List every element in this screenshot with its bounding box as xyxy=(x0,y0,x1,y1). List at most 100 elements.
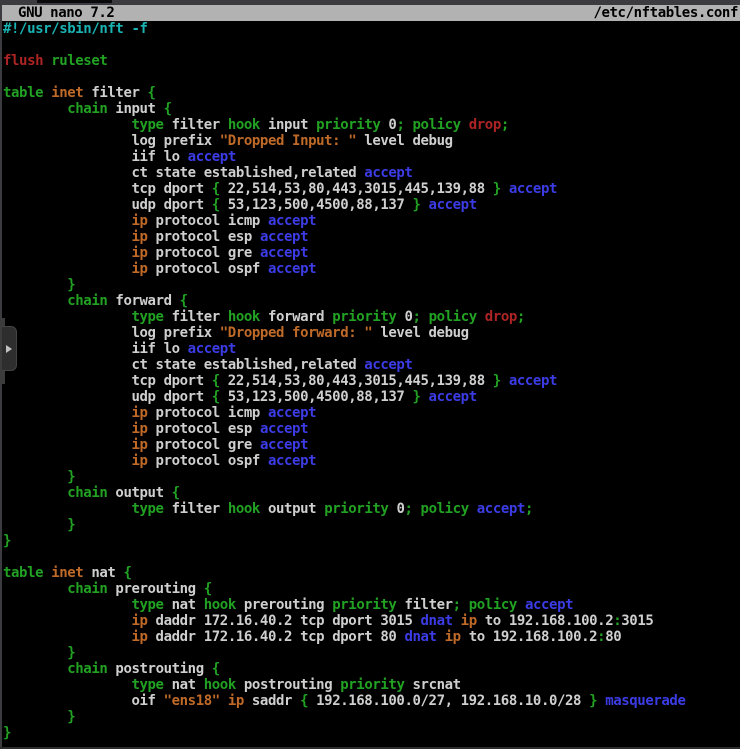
code-token: accept xyxy=(525,597,573,613)
code-line[interactable]: type filter hook input priority 0; polic… xyxy=(3,117,740,133)
code-line[interactable]: } xyxy=(3,645,740,661)
code-line[interactable]: } xyxy=(3,517,740,533)
code-token: 3015 xyxy=(621,613,653,629)
code-line[interactable]: chain prerouting { xyxy=(3,581,740,597)
code-line[interactable]: ip protocol gre accept xyxy=(3,245,740,261)
code-token: masquerade xyxy=(605,693,685,709)
code-line[interactable]: chain output { xyxy=(3,485,740,501)
code-token: { xyxy=(123,565,131,581)
code-token: accept xyxy=(429,197,477,213)
code-token xyxy=(3,277,67,293)
code-line[interactable]: ip protocol gre accept xyxy=(3,437,740,453)
code-line[interactable]: chain input { xyxy=(3,101,740,117)
code-line[interactable]: chain forward { xyxy=(3,293,740,309)
code-token: protocol ospf xyxy=(148,261,268,277)
code-line[interactable]: } xyxy=(3,725,740,741)
code-line[interactable]: flush ruleset xyxy=(3,53,740,69)
code-token: dnat xyxy=(421,613,453,629)
code-token: protocol esp xyxy=(148,421,260,437)
code-token xyxy=(413,501,421,517)
code-line[interactable]: udp dport { 53,123,500,4500,88,137 } acc… xyxy=(3,389,740,405)
code-line[interactable]: ip protocol ospf accept xyxy=(3,453,740,469)
code-token xyxy=(3,309,131,325)
code-token: chain xyxy=(67,293,107,309)
code-token: { xyxy=(180,293,188,309)
code-token: 0 xyxy=(380,117,396,133)
code-token: output xyxy=(260,501,324,517)
code-line[interactable]: tcp dport { 22,514,53,80,443,3015,445,13… xyxy=(3,181,740,197)
code-line[interactable]: type filter hook output priority 0; poli… xyxy=(3,501,740,517)
code-line[interactable]: } xyxy=(3,277,740,293)
code-token: table xyxy=(3,85,43,101)
code-token: protocol esp xyxy=(148,229,260,245)
code-token: policy xyxy=(413,117,461,133)
code-line[interactable]: ip protocol esp accept xyxy=(3,421,740,437)
code-line[interactable]: } xyxy=(3,533,740,549)
code-token: accept xyxy=(260,421,308,437)
code-token: priority xyxy=(316,117,380,133)
code-line[interactable]: udp dport { 53,123,500,4500,88,137 } acc… xyxy=(3,197,740,213)
code-token: { xyxy=(172,485,180,501)
code-line[interactable]: } xyxy=(3,469,740,485)
code-token xyxy=(501,181,509,197)
code-token: dnat xyxy=(404,629,436,645)
code-line[interactable]: log prefix "Dropped Input: " level debug xyxy=(3,133,740,149)
code-line[interactable]: ip protocol ospf accept xyxy=(3,261,740,277)
code-line[interactable] xyxy=(3,37,740,53)
code-token: priority xyxy=(332,309,396,325)
code-line[interactable]: chain postrouting { xyxy=(3,661,740,677)
code-line[interactable]: type filter hook forward priority 0; pol… xyxy=(3,309,740,325)
code-token: 0 xyxy=(396,309,412,325)
code-line[interactable]: log prefix "Dropped forward: " level deb… xyxy=(3,325,740,341)
code-token: priority xyxy=(340,677,404,693)
code-token xyxy=(453,613,461,629)
code-token: 53,123,500,4500,88,137 xyxy=(220,389,413,405)
code-line[interactable]: ip protocol icmp accept xyxy=(3,405,740,421)
code-line[interactable]: ip protocol esp accept xyxy=(3,229,740,245)
code-token: protocol ospf xyxy=(148,453,268,469)
code-token: protocol icmp xyxy=(148,405,268,421)
code-token xyxy=(3,117,131,133)
code-token: accept xyxy=(188,341,236,357)
code-token: accept xyxy=(509,181,557,197)
control-bar-reveal-handle[interactable] xyxy=(2,326,17,371)
code-token: accept xyxy=(364,357,412,373)
code-token xyxy=(477,309,485,325)
code-line[interactable]: ip protocol icmp accept xyxy=(3,213,740,229)
code-token xyxy=(3,453,131,469)
code-line[interactable]: oif "ens18" ip saddr { 192.168.100.0/27,… xyxy=(3,693,740,709)
code-line[interactable] xyxy=(3,69,740,85)
code-line[interactable] xyxy=(3,549,740,565)
code-line[interactable]: ip daddr 172.16.40.2 tcp dport 80 dnat i… xyxy=(3,629,740,645)
code-line[interactable]: #!/usr/sbin/nft -f xyxy=(3,21,740,37)
code-token: udp dport xyxy=(3,389,212,405)
code-token: input xyxy=(107,101,163,117)
code-token: ip xyxy=(445,629,461,645)
code-line[interactable]: ip daddr 172.16.40.2 tcp dport 3015 dnat… xyxy=(3,613,740,629)
code-token: drop xyxy=(485,309,517,325)
code-token: log prefix xyxy=(3,133,220,149)
code-line[interactable]: ct state established,related accept xyxy=(3,357,740,373)
code-line[interactable]: table inet filter { xyxy=(3,85,740,101)
code-token: ip xyxy=(461,613,477,629)
code-line[interactable]: type nat hook postrouting priority srcna… xyxy=(3,677,740,693)
code-token: output xyxy=(107,485,171,501)
code-token xyxy=(3,229,131,245)
code-line[interactable]: tcp dport { 22,514,53,80,443,3015,445,13… xyxy=(3,373,740,389)
code-token: protocol icmp xyxy=(148,213,268,229)
code-token: nat xyxy=(83,565,123,581)
code-line[interactable]: ct state established,related accept xyxy=(3,165,740,181)
code-token: accept xyxy=(268,453,316,469)
code-line[interactable]: iif lo accept xyxy=(3,341,740,357)
code-token: { xyxy=(164,101,172,117)
code-token: "Dropped Input: " xyxy=(220,133,357,149)
code-token: policy xyxy=(421,501,469,517)
code-token: ip xyxy=(131,213,147,229)
code-token: ; xyxy=(525,501,533,517)
editor-area[interactable]: #!/usr/sbin/nft -f flush ruleset table i… xyxy=(0,21,740,749)
code-line[interactable]: iif lo accept xyxy=(3,149,740,165)
code-line[interactable]: table inet nat { xyxy=(3,565,740,581)
code-line[interactable]: type nat hook prerouting priority filter… xyxy=(3,597,740,613)
code-token: prerouting xyxy=(236,597,332,613)
code-line[interactable]: } xyxy=(3,709,740,725)
